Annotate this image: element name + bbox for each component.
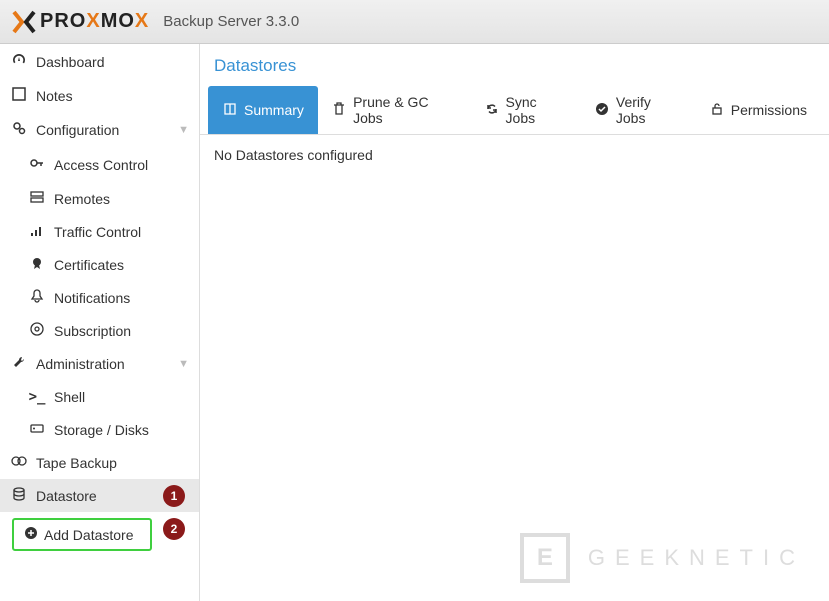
chevron-down-icon: ▼: [178, 358, 189, 370]
nav-subscription[interactable]: Subscription: [0, 314, 199, 347]
nav-notifications[interactable]: Notifications: [0, 281, 199, 314]
annotation-badge-1: 1: [163, 485, 185, 507]
nav-label: Access Control: [54, 157, 148, 173]
nav-label: Configuration: [36, 122, 119, 138]
nav-label: Remotes: [54, 191, 110, 207]
tab-label: Sync Jobs: [506, 94, 567, 126]
plus-circle-icon: [24, 526, 38, 543]
nav-label: Notifications: [54, 290, 130, 306]
tab-label: Permissions: [731, 102, 807, 118]
hdd-icon: [28, 421, 46, 438]
tab-permissions[interactable]: Permissions: [695, 86, 821, 134]
add-datastore-button[interactable]: Add Datastore: [12, 518, 152, 551]
server-icon: [28, 190, 46, 207]
unlock-icon: [709, 102, 725, 119]
empty-message: No Datastores configured: [214, 147, 373, 163]
tab-label: Prune & GC Jobs: [353, 94, 456, 126]
tabs: Summary Prune & GC Jobs Sync Jobs Verify…: [200, 86, 829, 135]
gauge-icon: [10, 52, 28, 71]
logo: PROXMOX: [12, 10, 149, 34]
tape-icon: [10, 454, 28, 471]
certificate-icon: [28, 256, 46, 273]
nav-label: Shell: [54, 389, 85, 405]
terminal-icon: >_: [28, 388, 46, 405]
content: Datastores Summary Prune & GC Jobs Sync …: [200, 44, 829, 601]
nav-label: Notes: [36, 88, 73, 104]
wrench-icon: [10, 355, 28, 372]
nav-label: Dashboard: [36, 54, 105, 70]
header-title: Backup Server 3.3.0: [163, 13, 299, 30]
tab-sync[interactable]: Sync Jobs: [470, 86, 580, 134]
check-circle-icon: [595, 102, 610, 119]
nav-label: Tape Backup: [36, 455, 117, 471]
nav-access-control[interactable]: Access Control: [0, 147, 199, 182]
annotation-badge-2: 2: [163, 518, 185, 540]
watermark: E GEEKNETIC: [520, 533, 805, 583]
logo-text: PROXMOX: [40, 10, 149, 33]
logo-icon: [12, 10, 36, 34]
signal-icon: [28, 223, 46, 240]
nav-configuration[interactable]: Configuration ▼: [0, 112, 199, 147]
content-title: Datastores: [200, 44, 829, 86]
nav-traffic-control[interactable]: Traffic Control: [0, 215, 199, 248]
nav-label: Subscription: [54, 323, 131, 339]
key-icon: [28, 155, 46, 174]
tab-label: Verify Jobs: [616, 94, 681, 126]
nav-shell[interactable]: >_ Shell: [0, 380, 199, 413]
button-label: Add Datastore: [44, 527, 134, 543]
support-icon: [28, 322, 46, 339]
watermark-text: GEEKNETIC: [588, 545, 805, 571]
tab-label: Summary: [244, 102, 304, 118]
bell-icon: [28, 289, 46, 306]
nav-remotes[interactable]: Remotes: [0, 182, 199, 215]
gears-icon: [10, 120, 28, 139]
nav-label: Storage / Disks: [54, 422, 149, 438]
note-icon: [10, 87, 28, 104]
nav-label: Certificates: [54, 257, 124, 273]
nav-label: Traffic Control: [54, 224, 141, 240]
nav-dashboard[interactable]: Dashboard: [0, 44, 199, 79]
nav-datastore[interactable]: Datastore 1: [0, 479, 199, 512]
tab-prune[interactable]: Prune & GC Jobs: [318, 86, 470, 134]
nav-storage-disks[interactable]: Storage / Disks: [0, 413, 199, 446]
trash-icon: [332, 102, 347, 119]
database-icon: [10, 487, 28, 504]
refresh-icon: [484, 102, 499, 119]
nav-label: Datastore: [36, 488, 97, 504]
watermark-logo: E: [520, 533, 570, 583]
nav-notes[interactable]: Notes: [0, 79, 199, 112]
tab-summary[interactable]: Summary: [208, 86, 318, 134]
chevron-down-icon: ▼: [178, 124, 189, 136]
content-body: No Datastores configured: [200, 135, 829, 175]
nav-administration[interactable]: Administration ▼: [0, 347, 199, 380]
nav-certificates[interactable]: Certificates: [0, 248, 199, 281]
nav-tape-backup[interactable]: Tape Backup: [0, 446, 199, 479]
sidebar: Dashboard Notes Configuration ▼ Access C…: [0, 44, 200, 601]
nav-label: Administration: [36, 356, 125, 372]
tab-verify[interactable]: Verify Jobs: [581, 86, 695, 134]
header: PROXMOX Backup Server 3.3.0: [0, 0, 829, 44]
book-icon: [222, 102, 238, 119]
